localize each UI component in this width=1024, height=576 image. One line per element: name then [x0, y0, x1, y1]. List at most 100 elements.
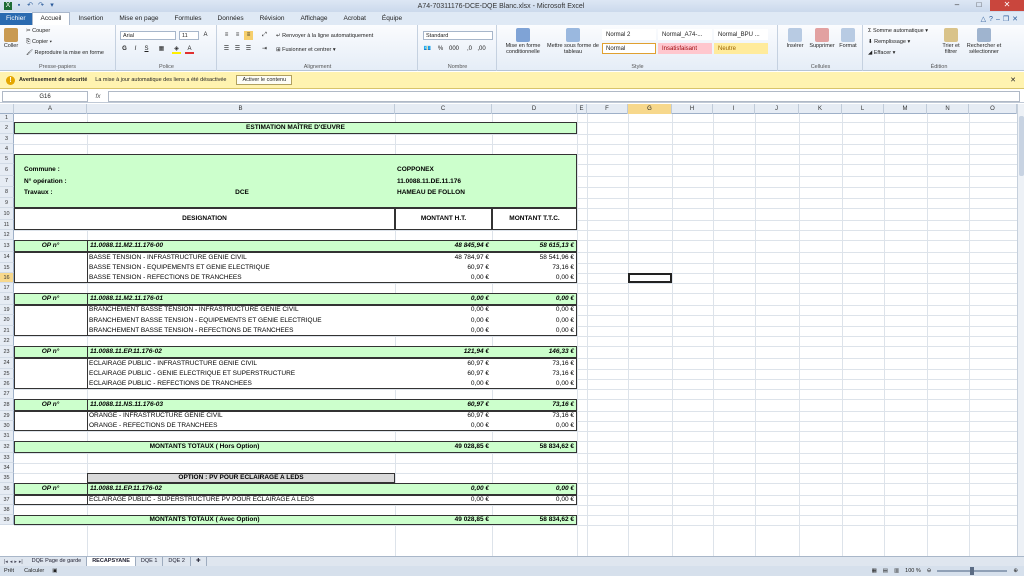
redo-icon[interactable]: ↷ — [37, 2, 45, 10]
sheet-tab-recapsyane[interactable]: RECAPSYANE — [87, 557, 136, 566]
sheet-nav-arrows[interactable]: |◂ ◂ ▸ ▸| — [0, 559, 27, 565]
line-designation[interactable]: ECLAIRAGE PUBLIC - REFECTIONS DE TRANCHE… — [89, 379, 394, 389]
row-header-14[interactable]: 14 — [0, 252, 14, 263]
row-header-30[interactable]: 30 — [0, 421, 14, 431]
column-header-i[interactable]: I — [713, 104, 755, 114]
close-icon[interactable]: ✕ — [1010, 76, 1016, 84]
line-ht[interactable]: 0,00 € — [395, 273, 489, 283]
bold-button[interactable]: G — [120, 45, 129, 54]
travaux-label[interactable]: Travaux : — [24, 187, 104, 198]
zoom-out-icon[interactable]: ⊖ — [927, 568, 932, 574]
line-ttc[interactable]: 58 541,96 € — [492, 252, 574, 263]
merge-center-button[interactable]: ⊞ Fusionner et centrer ▾ — [276, 47, 336, 53]
page-break-icon[interactable]: ▥ — [894, 568, 899, 574]
style-insatisfaisant[interactable]: Insatisfaisant — [658, 43, 712, 54]
row-header-22[interactable]: 22 — [0, 336, 14, 346]
row-header-11[interactable]: 11 — [0, 220, 14, 230]
row-header-37[interactable]: 37 — [0, 495, 14, 505]
line-designation[interactable]: BASSE TENSION - INFRASTRUCTURE GENIE CIV… — [89, 252, 394, 263]
travaux-mid[interactable]: DCE — [187, 187, 297, 198]
total2-ht[interactable]: 49 028,85 € — [395, 515, 489, 525]
align-top-icon[interactable]: ≡ — [222, 31, 231, 40]
row-header-25[interactable]: 25 — [0, 369, 14, 379]
line-ht[interactable]: 0,00 € — [395, 495, 489, 505]
align-center-icon[interactable]: ☰ — [233, 45, 242, 54]
row-header-5[interactable]: 5 — [0, 154, 14, 164]
row-header-3[interactable]: 3 — [0, 134, 14, 144]
help-icon[interactable]: ? — [989, 16, 993, 23]
row-header-38[interactable]: 38 — [0, 505, 14, 515]
zoom-slider[interactable] — [937, 567, 1008, 575]
column-header-k[interactable]: K — [799, 104, 842, 114]
op-ttc[interactable]: 0,00 € — [492, 293, 574, 305]
line-ttc[interactable]: 0,00 € — [492, 379, 574, 389]
borders-icon[interactable]: ▦ — [157, 45, 166, 54]
worksheet-grid[interactable]: 1 2 3 4 5 6 7 8 9 10 11 12 13 14 15 16 17 18 19 20 21 22 23 24 2… — [0, 114, 1017, 556]
line-designation[interactable]: ORANGE - REFECTIONS DE TRANCHEES — [89, 421, 394, 431]
line-ht[interactable]: 60,97 € — [395, 358, 489, 369]
paste-button[interactable]: Coller — [3, 28, 19, 49]
row-header-39[interactable]: 39 — [0, 515, 14, 525]
line-ttc[interactable]: 73,16 € — [492, 358, 574, 369]
line-designation[interactable]: BRANCHEMENT BASSE TENSION - INFRASTRUCTU… — [89, 305, 394, 315]
line-designation[interactable]: BRANCHEMENT BASSE TENSION - EQUIPEMENTS … — [89, 315, 394, 326]
line-ht[interactable]: 60,97 € — [395, 369, 489, 379]
column-header-o[interactable]: O — [969, 104, 1017, 114]
sheet-title[interactable]: ESTIMATION MAÎTRE D'ŒUVRE — [14, 122, 577, 134]
minimize-button[interactable]: – — [946, 0, 968, 11]
line-designation[interactable]: ECLAIRAGE PUBLIC - GENIE ELECTRIQUE ET S… — [89, 369, 394, 379]
op-ht[interactable]: 0,00 € — [395, 293, 489, 305]
line-ttc[interactable]: 0,00 € — [492, 315, 574, 326]
vertical-scrollbar[interactable] — [1017, 104, 1024, 556]
tab-fichier[interactable]: Fichier — [0, 13, 32, 25]
row-header-33[interactable]: 33 — [0, 453, 14, 463]
fx-icon[interactable]: fx — [88, 93, 108, 100]
line-ht[interactable]: 0,00 € — [395, 379, 489, 389]
window-close-icon[interactable]: ✕ — [1012, 15, 1018, 23]
row-header-8[interactable]: 8 — [0, 187, 14, 198]
op-ht[interactable]: 60,97 € — [395, 399, 489, 411]
row-header-18[interactable]: 18 — [0, 293, 14, 305]
row-header-35[interactable]: 35 — [0, 473, 14, 483]
tab-acrobat[interactable]: Acrobat — [336, 13, 374, 25]
line-ht[interactable]: 0,00 € — [395, 326, 489, 336]
style-neutre[interactable]: Neutre — [714, 43, 768, 54]
thousands-icon[interactable]: 000 — [449, 45, 459, 54]
tab-donnees[interactable]: Données — [210, 13, 252, 25]
conditional-format-button[interactable]: Mise en forme conditionnelle — [501, 28, 545, 55]
fill-color-icon[interactable]: ◈ — [172, 45, 181, 54]
enable-content-button[interactable]: Activer le contenu — [236, 75, 293, 85]
op-code[interactable]: 11.0088.11.NS.11.176-03 — [90, 399, 390, 411]
line-ht[interactable]: 48 784,97 € — [395, 252, 489, 263]
row-header-27[interactable]: 27 — [0, 389, 14, 399]
sort-filter-button[interactable]: Trier et filtrer — [940, 28, 962, 55]
row-header-28[interactable]: 28 — [0, 399, 14, 411]
maximize-button[interactable]: □ — [968, 0, 990, 11]
customize-qat-icon[interactable]: ▾ — [48, 2, 56, 10]
macro-record-icon[interactable]: ▣ — [44, 568, 57, 574]
align-bottom-icon[interactable]: ≡ — [244, 31, 253, 40]
copy-button[interactable]: ⎘ Copier ▾ — [26, 39, 52, 46]
window-minimize-icon[interactable]: – — [996, 16, 1000, 23]
commune-value[interactable]: COPPONEX — [397, 164, 492, 176]
column-header-a[interactable]: A — [14, 104, 87, 114]
line-designation[interactable]: ECLAIRAGE PUBLIC - INFRASTRUCTURE GENIE … — [89, 358, 394, 369]
tab-revision[interactable]: Révision — [252, 13, 293, 25]
line-designation[interactable]: BASSE TENSION - EQUIPEMENTS ET GENIE ELE… — [89, 263, 394, 273]
orientation-icon[interactable]: ⤢ — [260, 31, 269, 40]
minimize-ribbon-icon[interactable]: △ — [981, 15, 986, 23]
op-label[interactable]: OP n° — [18, 293, 83, 305]
window-restore-icon[interactable]: ❐ — [1003, 15, 1009, 23]
tab-accueil[interactable]: Accueil — [31, 12, 71, 25]
style-normal2[interactable]: Normal 2 — [602, 29, 656, 40]
style-normal-a74[interactable]: Normal_A74-... — [658, 29, 712, 40]
autosum-button[interactable]: Σ Somme automatique ▾ — [868, 28, 928, 34]
line-ttc[interactable]: 0,00 € — [492, 326, 574, 336]
underline-button[interactable]: S — [142, 45, 151, 54]
line-ttc[interactable]: 0,00 € — [492, 495, 574, 505]
row-header-34[interactable]: 34 — [0, 463, 14, 473]
number-format-select[interactable]: Standard — [423, 31, 493, 40]
operation-value[interactable]: 11.0088.11.DE.11.176 — [397, 176, 492, 187]
op-ttc[interactable]: 146,33 € — [492, 346, 574, 358]
ttc-header[interactable]: MONTANT T.T.C. — [492, 208, 577, 230]
